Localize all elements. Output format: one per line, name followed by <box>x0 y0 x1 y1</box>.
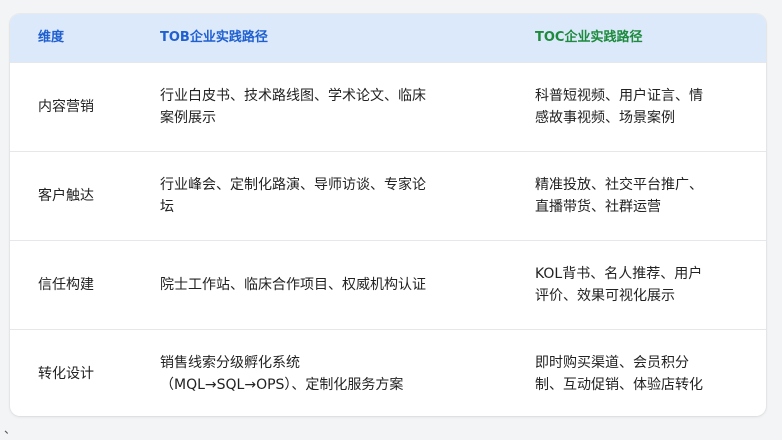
table-row: 信任构建 院士工作站、临床合作项目、权威机构认证 KOL背书、名人推荐、用户 评… <box>10 240 766 329</box>
tob-cell-line: 行业峰会、定制化路演、导师访谈、专家论 <box>160 177 426 193</box>
tob-cell-line: （MQL→SQL→OPS）、定制化服务方案 <box>160 377 404 393</box>
table-row: 转化设计 销售线索分级孵化系统 （MQL→SQL→OPS）、定制化服务方案 即时… <box>10 329 766 416</box>
dimension-cell: 内容营销 <box>38 99 94 115</box>
toc-cell-line: 制、互动促销、体验店转化 <box>535 377 703 393</box>
tob-cell-line: 行业白皮书、技术路线图、学术论文、临床 <box>160 88 426 104</box>
comparison-table: 维度 TOB企业实践路径 TOC企业实践路径 内容营销 行业白皮书、技术路线图、… <box>10 14 766 416</box>
tob-cell-line: 坛 <box>160 199 174 215</box>
toc-cell-line: 精准投放、社交平台推广、 <box>535 177 703 193</box>
toc-cell-line: 评价、效果可视化展示 <box>535 288 675 304</box>
toc-cell-line: 科普短视频、用户证言、情 <box>535 88 703 104</box>
dimension-cell: 转化设计 <box>38 366 94 382</box>
stray-punctuation: 、 <box>4 422 17 436</box>
toc-cell-line: KOL背书、名人推荐、用户 <box>535 266 703 282</box>
header-toc: TOC企业实践路径 <box>535 30 643 45</box>
table-row: 内容营销 行业白皮书、技术路线图、学术论文、临床 案例展示 科普短视频、用户证言… <box>10 62 766 151</box>
dimension-cell: 客户触达 <box>38 188 94 204</box>
tob-cell-line: 案例展示 <box>160 110 216 126</box>
tob-cell-line: 院士工作站、临床合作项目、权威机构认证 <box>160 277 426 293</box>
header-tob: TOB企业实践路径 <box>160 30 268 45</box>
header-dimension: 维度 <box>38 30 65 45</box>
tob-cell-line: 销售线索分级孵化系统 <box>160 355 300 371</box>
table-header: 维度 TOB企业实践路径 TOC企业实践路径 <box>10 14 766 62</box>
toc-cell-line: 直播带货、社群运营 <box>535 199 661 215</box>
toc-cell-line: 感故事视频、场景案例 <box>535 110 675 126</box>
dimension-cell: 信任构建 <box>38 277 94 293</box>
table-row: 客户触达 行业峰会、定制化路演、导师访谈、专家论 坛 精准投放、社交平台推广、 … <box>10 151 766 240</box>
toc-cell-line: 即时购买渠道、会员积分 <box>535 355 689 371</box>
